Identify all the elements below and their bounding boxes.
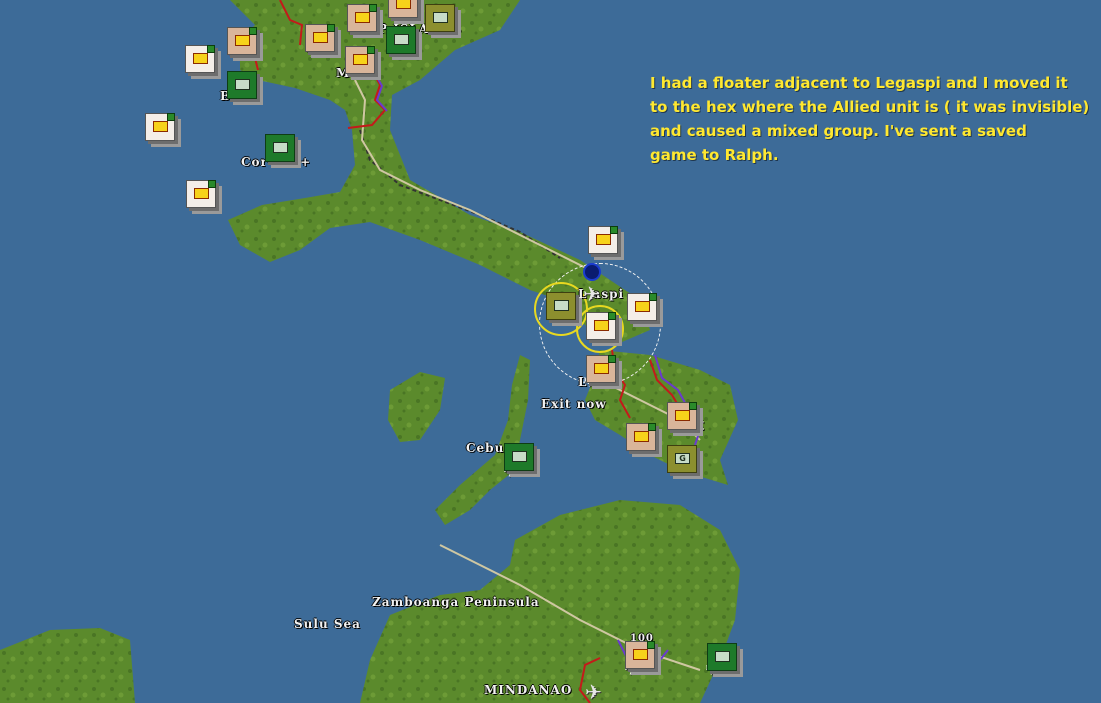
aircraft-icon (153, 121, 168, 132)
japanese-infantry-unit[interactable] (586, 355, 616, 383)
infantry-icon (396, 0, 411, 9)
allied-fort-unit[interactable] (227, 71, 257, 99)
aircraft-icon (313, 32, 328, 43)
japanese-infantry-unit[interactable] (345, 46, 375, 74)
airfield-icon[interactable]: ✈ (583, 284, 600, 304)
japanese-infantry-unit[interactable] (388, 0, 418, 18)
armor-icon (433, 12, 448, 23)
japanese-air-unit[interactable] (186, 180, 216, 208)
infantry-icon (355, 12, 370, 23)
japanese-infantry-unit[interactable] (667, 402, 697, 430)
aircraft-icon (512, 451, 527, 462)
infantry-icon (675, 410, 690, 421)
allied-guerrilla-unit[interactable]: G (667, 445, 697, 473)
allied-armor-unit[interactable] (425, 4, 455, 32)
allied-infantry-unit[interactable] (546, 292, 576, 320)
note-line: game to Ralph. (650, 146, 779, 164)
japanese-infantry-unit[interactable] (626, 423, 656, 451)
note-line: and caused a mixed group. I've sent a sa… (650, 122, 1027, 140)
japanese-naval-unit[interactable] (627, 293, 657, 321)
aircraft-icon (193, 53, 208, 64)
infantry-icon (554, 300, 569, 311)
allied-air-unit[interactable] (707, 643, 737, 671)
sea-label-sulu: Sulu Sea (294, 617, 361, 631)
note-line: I had a floater adjacent to Legaspi and … (650, 74, 1068, 92)
fort-icon (235, 79, 250, 90)
japanese-air-unit[interactable] (185, 45, 215, 73)
infantry-icon (273, 142, 288, 153)
ship-icon (596, 234, 611, 245)
infantry-icon (394, 34, 409, 45)
airfield-icon[interactable]: ✈ (585, 682, 602, 702)
japanese-infantry-unit[interactable] (347, 4, 377, 32)
japanese-air-unit[interactable] (586, 312, 616, 340)
guerrilla-icon: G (675, 453, 690, 464)
region-label-mindanao: MINDANAO (484, 683, 573, 697)
exit-now-label[interactable]: Exit now (541, 397, 607, 411)
japanese-infantry-unit[interactable] (227, 27, 257, 55)
japanese-air-unit[interactable] (145, 113, 175, 141)
note-line: to the hex where the Allied unit is ( it… (650, 98, 1090, 116)
region-label-zamboanga: Zamboanga Peninsula (372, 595, 540, 609)
allied-infantry-unit[interactable] (386, 26, 416, 54)
infantry-icon (353, 54, 368, 65)
game-map[interactable]: P ISLANDS B n Cor lor + M + L aspi L + E… (0, 0, 1101, 703)
port-marker[interactable] (583, 263, 601, 281)
ship-icon (635, 301, 650, 312)
japanese-air-unit[interactable] (625, 641, 655, 669)
allied-air-unit[interactable] (504, 443, 534, 471)
aircraft-icon (633, 649, 648, 660)
aircraft-icon (194, 188, 209, 199)
japanese-air-unit[interactable] (305, 24, 335, 52)
infantry-icon (235, 35, 250, 46)
annotation-note: I had a floater adjacent to Legaspi and … (650, 71, 1100, 167)
city-label-cebu: Cebu (466, 441, 505, 455)
allied-infantry-unit[interactable] (265, 134, 295, 162)
infantry-icon (634, 431, 649, 442)
aircraft-icon (594, 320, 609, 331)
aircraft-icon (715, 651, 730, 662)
japanese-naval-unit[interactable] (588, 226, 618, 254)
infantry-icon (594, 363, 609, 374)
